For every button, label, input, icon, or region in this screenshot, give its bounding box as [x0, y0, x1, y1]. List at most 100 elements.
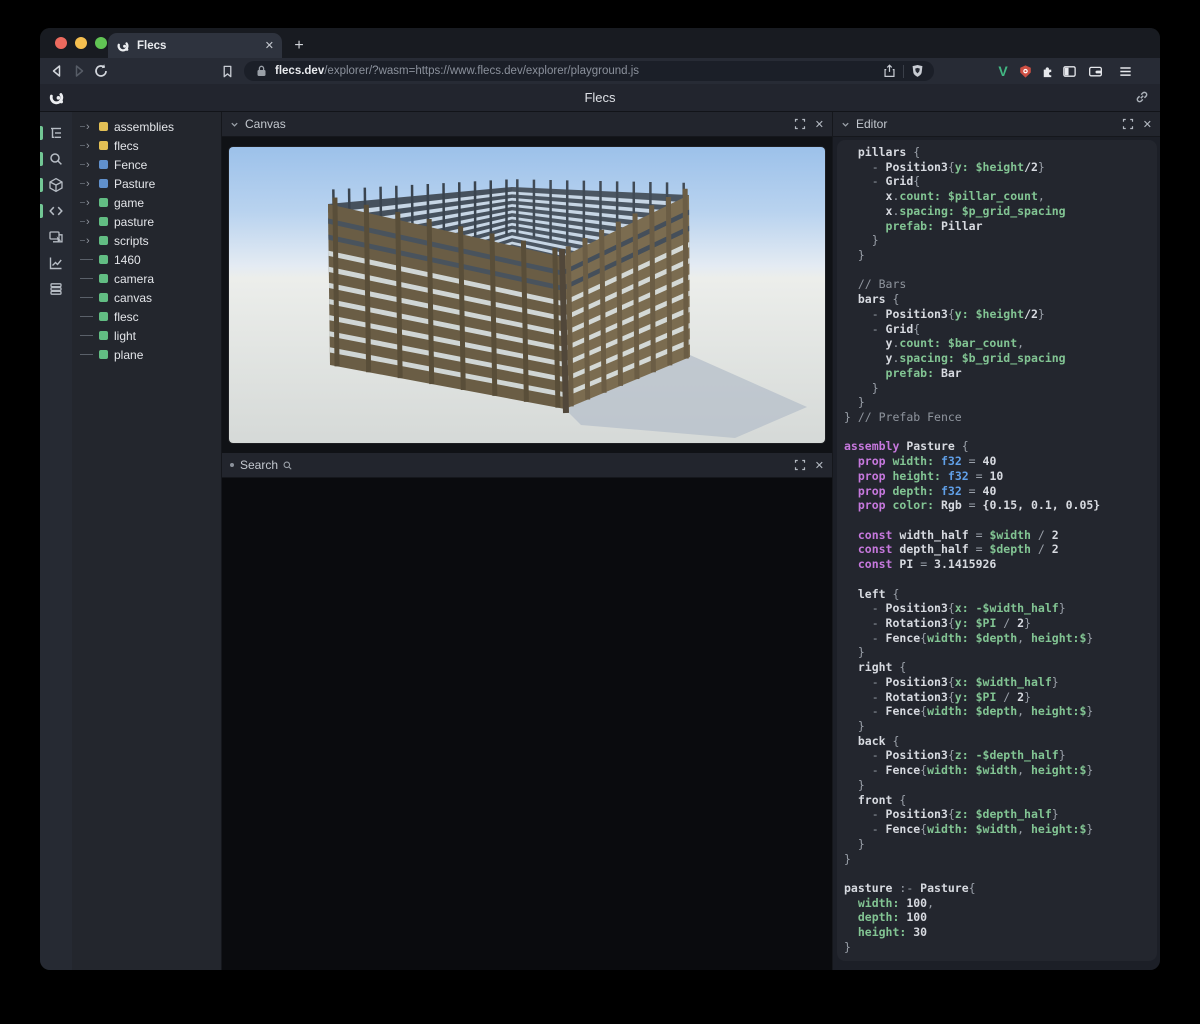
tree-item-label: Fence [114, 158, 147, 172]
screen-share-icon[interactable] [40, 224, 72, 250]
middle-column: Canvas ✕ [222, 112, 832, 970]
close-panel-icon[interactable]: ✕ [1143, 118, 1152, 131]
share-icon[interactable] [883, 64, 896, 78]
chevron-down-icon[interactable] [841, 120, 850, 129]
code-line: prefab: Pillar [844, 219, 1157, 234]
panel-collapsed-dot[interactable] [230, 463, 234, 467]
cube-icon[interactable] [40, 172, 72, 198]
code-line: bars { [844, 292, 1157, 307]
flecs-favicon-icon [116, 39, 130, 53]
code-line: - Position3{y: $height/2} [844, 307, 1157, 322]
code-line: width: 100, [844, 896, 1157, 911]
editor-panel-title: Editor [856, 117, 887, 131]
search-icon[interactable] [40, 146, 72, 172]
app-body: ›assemblies›flecs›Fence›Pasture›game›pas… [40, 112, 1160, 970]
browser-tab[interactable]: Flecs ✕ [108, 33, 282, 58]
entity-kind-square [99, 331, 108, 340]
tree-item[interactable]: canvas [72, 288, 221, 307]
tree-item[interactable]: ›Fence [72, 155, 221, 174]
code-line: - Fence{width: $width, height:$} [844, 822, 1157, 837]
tab-close-icon[interactable]: ✕ [265, 39, 274, 52]
fullscreen-icon[interactable] [794, 118, 806, 130]
back-button[interactable] [46, 60, 68, 82]
close-panel-icon[interactable]: ✕ [815, 459, 824, 472]
entity-kind-square [99, 236, 108, 245]
tree-item[interactable]: plane [72, 345, 221, 364]
entity-kind-square [99, 122, 108, 131]
vue-devtools-icon[interactable]: V [992, 60, 1014, 82]
canvas-3d-viewport[interactable] [228, 146, 826, 444]
reload-button[interactable] [90, 60, 112, 82]
code-line: // Bars [844, 277, 1157, 292]
code-line [844, 572, 1157, 587]
new-tab-button[interactable]: + [288, 35, 310, 57]
bookmark-icon[interactable] [216, 60, 238, 82]
tree-item-label: flecs [114, 139, 139, 153]
url-path: /explorer/?wasm=https://www.flecs.dev/ex… [324, 65, 883, 77]
tree-item[interactable]: light [72, 326, 221, 345]
code-line: prop depth: f32 = 40 [844, 484, 1157, 499]
entity-tree: ›assemblies›flecs›Fence›Pasture›game›pas… [72, 112, 222, 970]
code-line: - Position3{z: -$depth_half} [844, 748, 1157, 763]
code-line: left { [844, 587, 1157, 602]
tree-item-label: scripts [114, 234, 149, 248]
entity-kind-square [99, 293, 108, 302]
share-link-icon[interactable] [1134, 89, 1150, 105]
code-line: y.spacing: $b_grid_spacing [844, 351, 1157, 366]
editor-panel-body: pillars { - Position3{y: $height/2} - Gr… [833, 137, 1160, 970]
extension-badge-icon[interactable] [1014, 60, 1036, 82]
chevron-down-icon[interactable] [230, 120, 239, 129]
code-line: - Fence{width: $depth, height:$} [844, 704, 1157, 719]
zoom-window-button[interactable] [95, 37, 107, 49]
rows-icon[interactable] [40, 276, 72, 302]
code-line [844, 866, 1157, 881]
tab-strip: Flecs ✕ + [40, 28, 1160, 58]
tree-item[interactable]: ›pasture [72, 212, 221, 231]
code-icon[interactable] [40, 198, 72, 224]
search-panel-body[interactable] [222, 478, 832, 970]
code-line: - Rotation3{y: $PI / 2} [844, 690, 1157, 705]
fullscreen-icon[interactable] [794, 459, 806, 471]
sidebar-toggle-icon[interactable] [1058, 60, 1080, 82]
wallet-icon[interactable] [1084, 60, 1106, 82]
lock-icon [256, 65, 267, 77]
code-line: right { [844, 660, 1157, 675]
chart-icon[interactable] [40, 250, 72, 276]
tree-item-label: 1460 [114, 253, 141, 267]
code-line: - Fence{width: $depth, height:$} [844, 631, 1157, 646]
code-line: } [844, 719, 1157, 734]
menu-hamburger-icon[interactable] [1114, 60, 1136, 82]
tree-item[interactable]: ›scripts [72, 231, 221, 250]
fullscreen-icon[interactable] [1122, 118, 1134, 130]
code-line: - Position3{x: -$width_half} [844, 601, 1157, 616]
editor-code[interactable]: pillars { - Position3{y: $height/2} - Gr… [837, 140, 1157, 961]
outline-tree-icon[interactable] [40, 120, 72, 146]
code-line: prop height: f32 = 10 [844, 469, 1157, 484]
tree-item[interactable]: ›game [72, 193, 221, 212]
forward-button[interactable] [68, 60, 90, 82]
search-small-icon [282, 460, 293, 471]
entity-kind-square [99, 217, 108, 226]
code-line: y.count: $bar_count, [844, 336, 1157, 351]
tree-item[interactable]: ›assemblies [72, 117, 221, 136]
url-bar[interactable]: flecs.dev /explorer/?wasm=https://www.fl… [244, 61, 934, 81]
code-line [844, 513, 1157, 528]
tree-item-label: plane [114, 348, 143, 362]
tree-item[interactable]: ›flecs [72, 136, 221, 155]
code-line: const width_half = $width / 2 [844, 528, 1157, 543]
tree-item[interactable]: camera [72, 269, 221, 288]
brave-shield-icon[interactable] [911, 64, 924, 78]
entity-kind-square [99, 255, 108, 264]
entity-kind-square [99, 179, 108, 188]
tree-item[interactable]: 1460 [72, 250, 221, 269]
tree-item[interactable]: flesc [72, 307, 221, 326]
panel-icon-strip [40, 112, 72, 970]
canvas-panel-header: Canvas ✕ [222, 112, 832, 137]
tree-item[interactable]: ›Pasture [72, 174, 221, 193]
close-window-button[interactable] [55, 37, 67, 49]
minimize-window-button[interactable] [75, 37, 87, 49]
close-panel-icon[interactable]: ✕ [815, 118, 824, 131]
extensions-puzzle-icon[interactable] [1036, 60, 1058, 82]
search-panel-title: Search [240, 458, 278, 472]
entity-kind-square [99, 141, 108, 150]
